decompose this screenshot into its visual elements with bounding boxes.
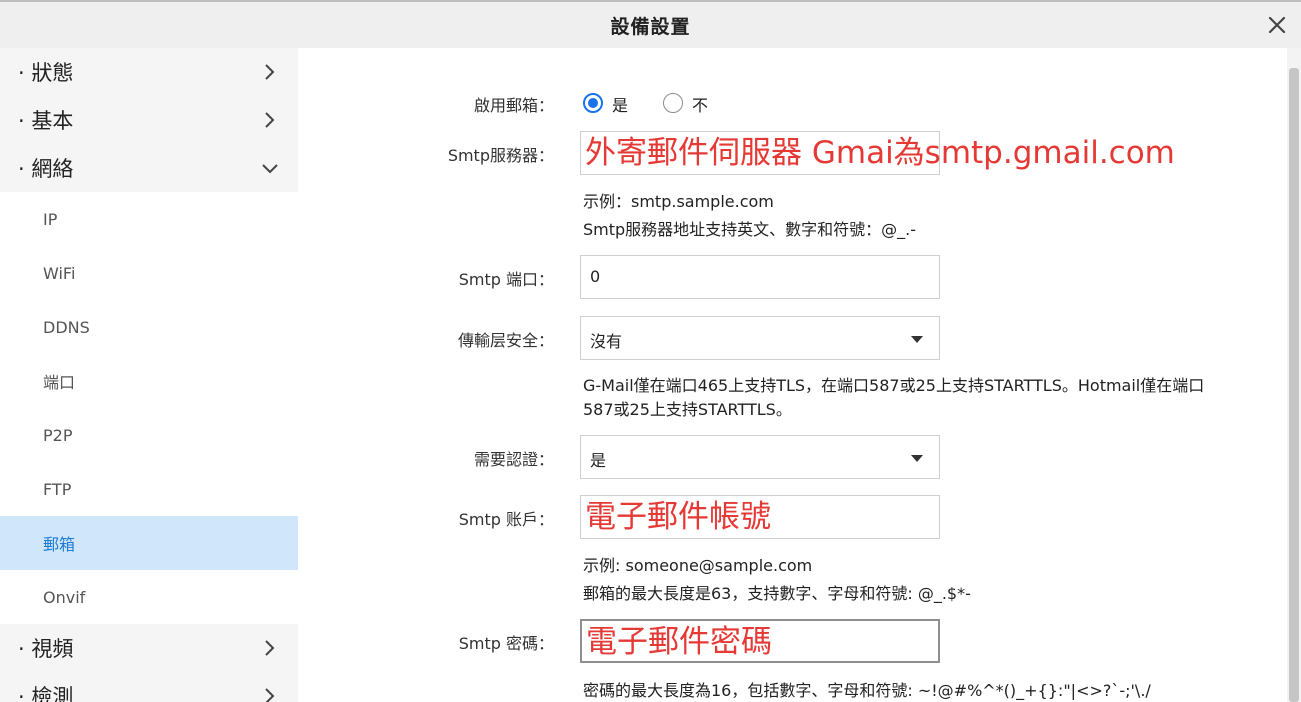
sidebar-category-label: · 視頻	[18, 637, 74, 661]
smtp-account-hint-example: 示例: someone@sample.com	[583, 556, 813, 575]
sidebar-category-label: · 基本	[18, 109, 74, 133]
sidebar-item-ftp[interactable]: FTP	[0, 462, 298, 516]
sidebar-item-wifi[interactable]: WiFi	[0, 246, 298, 300]
tls-select[interactable]: 沒有	[580, 316, 940, 360]
sidebar-category-label: · 網絡	[18, 157, 74, 181]
chevron-right-icon	[265, 64, 275, 80]
tls-selected-value: 沒有	[590, 332, 623, 351]
sidebar-category-detection[interactable]: · 檢測	[0, 672, 298, 702]
sidebar-item-ddns[interactable]: DDNS	[0, 300, 298, 354]
auth-label: 需要認證：	[473, 450, 554, 469]
enable-mail-yes-radio[interactable]	[583, 93, 603, 113]
enable-mail-yes-label: 是	[612, 96, 629, 115]
chevron-right-icon	[265, 688, 275, 702]
title-bar: 設備設置	[0, 2, 1301, 48]
dropdown-arrow-icon	[911, 455, 923, 462]
sidebar-item-port[interactable]: 端口	[0, 354, 298, 408]
smtp-account-hint-rules: 郵箱的最大長度是63，支持數字、字母和符號: @_.$*-	[583, 584, 971, 603]
enable-mail-no-label: 不	[692, 96, 709, 115]
smtp-password-label: Smtp 密碼：	[458, 634, 554, 653]
sidebar-item-onvif[interactable]: Onvif	[0, 570, 298, 624]
tls-hint-line1: G-Mail僅在端口465上支持TLS，在端口587或25上支持STARTTLS…	[583, 376, 1205, 395]
sidebar-category-network[interactable]: · 網絡	[0, 144, 298, 192]
smtp-server-hint-example: 示例：smtp.sample.com	[583, 192, 774, 211]
scrollbar-thumb[interactable]	[1289, 68, 1299, 702]
enable-mail-no-radio[interactable]	[663, 93, 683, 113]
sidebar-category-video[interactable]: · 視頻	[0, 624, 298, 672]
sidebar-item-ip[interactable]: IP	[0, 192, 298, 246]
sidebar-category-status[interactable]: · 狀態	[0, 48, 298, 96]
tls-hint-line2: 587或25上支持STARTTLS。	[583, 400, 792, 419]
tls-label: 傳輸层安全：	[457, 331, 554, 350]
chevron-right-icon	[265, 112, 275, 128]
close-icon[interactable]	[1265, 13, 1289, 37]
enable-mail-label: 啟用郵箱：	[473, 96, 554, 115]
sidebar-item-p2p[interactable]: P2P	[0, 408, 298, 462]
sidebar-item-mail[interactable]: 郵箱	[0, 516, 298, 570]
window-title: 設備設置	[610, 15, 691, 38]
smtp-password-input[interactable]: 電子郵件密碼	[580, 619, 940, 663]
sidebar-category-label: · 檢測	[18, 685, 74, 702]
smtp-port-value: 0	[590, 267, 601, 286]
smtp-account-annotation: 電子郵件帳號	[585, 499, 771, 535]
smtp-server-annotation: 外寄郵件伺服器 Gmai為smtp.gmail.com	[585, 135, 1175, 171]
dropdown-arrow-icon	[911, 336, 923, 343]
settings-sidebar: · 狀態 · 基本 · 網絡 IP WiFi DDNS 端口 P2P FTP 郵…	[0, 48, 298, 702]
chevron-right-icon	[265, 640, 275, 656]
sidebar-category-label: · 狀態	[18, 61, 74, 85]
smtp-server-input[interactable]: 外寄郵件伺服器 Gmai為smtp.gmail.com	[580, 131, 1175, 175]
smtp-password-annotation: 電子郵件密碼	[586, 624, 772, 660]
smtp-server-label: Smtp服務器：	[447, 146, 554, 165]
auth-select[interactable]: 是	[580, 435, 940, 479]
smtp-account-label: Smtp 账戶：	[458, 510, 554, 529]
smtp-server-hint-rules: Smtp服務器地址支持英文、數字和符號：@_.-	[583, 220, 917, 239]
smtp-account-input[interactable]: 電子郵件帳號	[580, 495, 940, 539]
smtp-port-label: Smtp 端口：	[458, 270, 554, 289]
chevron-down-icon	[262, 164, 278, 174]
smtp-port-input[interactable]: 0	[580, 255, 940, 299]
smtp-password-hint-rules: 密碼的最大長度為16，包括數字、字母和符號: ~!@#%^*()_+{}:"|<…	[583, 681, 1151, 700]
sidebar-category-basic[interactable]: · 基本	[0, 96, 298, 144]
auth-selected-value: 是	[590, 451, 607, 470]
